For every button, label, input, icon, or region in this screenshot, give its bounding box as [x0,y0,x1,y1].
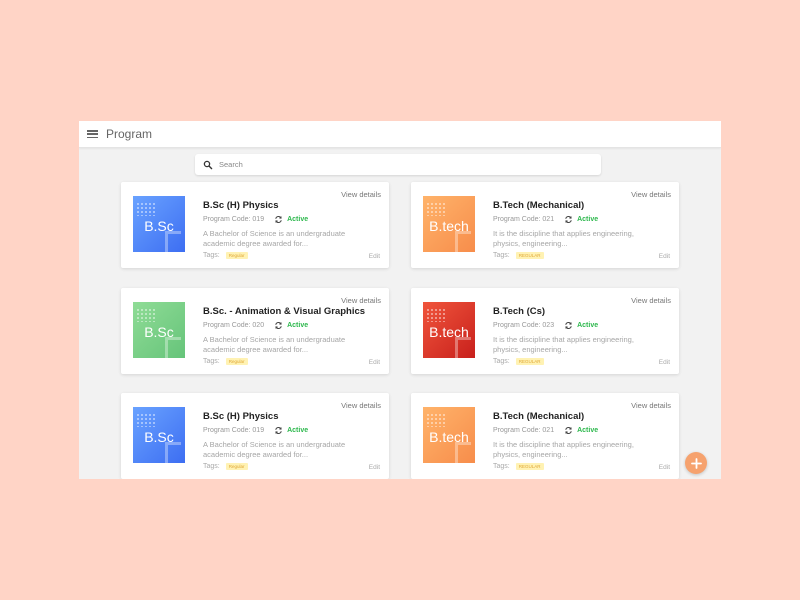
tags-label: Tags: [203,463,220,470]
program-description: It is the discipline that applies engine… [493,335,634,354]
program-card[interactable]: B.Sc B.Sc (H) Physics Program Code: 019 … [121,393,389,479]
plus-icon [690,457,702,469]
program-code: Program Code: 021 [493,216,555,223]
program-card[interactable]: B.tech B.Tech (Mechanical) Program Code:… [411,182,679,268]
program-card[interactable]: B.tech B.Tech (Cs) Program Code: 023 Act… [411,288,679,374]
status-badge: Active [577,216,599,223]
edit-link[interactable]: Edit [369,464,380,471]
tag-chip[interactable]: REGULAR [515,252,544,259]
tags-row: Tags: REGULAR [493,358,544,365]
hamburger-menu-icon[interactable] [87,130,98,138]
program-thumbnail: B.Sc [133,302,185,358]
tags-label: Tags: [203,252,220,259]
corner-decoration [165,231,181,252]
program-title: B.Sc (H) Physics [203,200,279,211]
corner-decoration [455,231,471,252]
tags-row: Tags: REGULAR [493,463,544,470]
tags-label: Tags: [493,463,510,470]
program-card[interactable]: B.tech B.Tech (Mechanical) Program Code:… [411,393,679,479]
tags-row: Tags: Regular [203,358,248,365]
edit-link[interactable]: Edit [659,359,670,366]
page-title: Program [106,127,153,141]
sync-icon [275,321,282,330]
program-description: It is the discipline that applies engine… [493,440,634,459]
view-details-link[interactable]: View details [341,190,381,199]
sync-icon [275,215,282,224]
program-title: B.Sc. - Animation & Visual Graphics [203,306,366,317]
program-description: A Bachelor of Science is an undergraduat… [203,229,346,248]
program-description: A Bachelor of Science is an undergraduat… [203,440,346,459]
program-card[interactable]: B.Sc B.Sc. - Animation & Visual Graphics… [121,288,389,374]
view-details-link[interactable]: View details [631,296,671,305]
program-meta: Program Code: 021 Active [493,215,598,224]
status-badge: Active [577,322,599,329]
tags-row: Tags: Regular [203,252,248,259]
sync-icon [565,215,572,224]
corner-decoration [455,337,471,358]
program-title: B.Sc (H) Physics [203,411,279,422]
corner-decoration [165,442,181,463]
tag-chip[interactable]: Regular [225,463,248,470]
search-icon [203,160,213,169]
program-code: Program Code: 023 [493,322,555,329]
program-thumbnail: B.Sc [133,196,185,252]
status-badge: Active [287,427,309,434]
program-code: Program Code: 019 [203,216,265,223]
corner-decoration [455,442,471,463]
add-program-button[interactable] [685,452,707,474]
status-badge: Active [287,216,309,223]
tag-chip[interactable]: Regular [225,358,248,365]
edit-link[interactable]: Edit [369,359,380,366]
edit-link[interactable]: Edit [659,464,670,471]
dot-pattern [136,202,156,216]
program-meta: Program Code: 023 Active [493,321,598,330]
sync-icon [565,321,572,330]
status-badge: Active [287,322,309,329]
tags-label: Tags: [493,252,510,259]
dot-pattern [426,308,446,322]
program-meta: Program Code: 019 Active [203,426,308,435]
program-title: B.Tech (Cs) [493,306,546,317]
program-code: Program Code: 020 [203,322,265,329]
program-description: It is the discipline that applies engine… [493,229,634,248]
tags-label: Tags: [203,358,220,365]
sync-icon [275,426,282,435]
edit-link[interactable]: Edit [369,253,380,260]
dot-pattern [136,413,156,427]
program-thumbnail: B.tech [423,302,475,358]
view-details-link[interactable]: View details [341,296,381,305]
tags-row: Tags: Regular [203,463,248,470]
top-app-bar: Program [79,121,721,148]
corner-decoration [165,337,181,358]
tag-chip[interactable]: REGULAR [515,358,544,365]
status-badge: Active [577,427,599,434]
program-thumbnail: B.tech [423,407,475,463]
program-thumbnail: B.Sc [133,407,185,463]
dot-pattern [426,202,446,216]
sync-icon [565,426,572,435]
program-meta: Program Code: 020 Active [203,321,308,330]
program-thumbnail: B.tech [423,196,475,252]
tag-chip[interactable]: Regular [225,252,248,259]
program-code: Program Code: 021 [493,427,555,434]
program-title: B.Tech (Mechanical) [493,411,585,422]
dot-pattern [136,308,156,322]
search-input[interactable] [219,160,579,169]
program-code: Program Code: 019 [203,427,265,434]
program-meta: Program Code: 021 Active [493,426,598,435]
view-details-link[interactable]: View details [631,190,671,199]
view-details-link[interactable]: View details [341,401,381,410]
program-title: B.Tech (Mechanical) [493,200,585,211]
dot-pattern [426,413,446,427]
tag-chip[interactable]: REGULAR [515,463,544,470]
app-window: Program B.Sc B.Sc (H) Physics Program Co… [79,121,721,479]
tags-row: Tags: REGULAR [493,252,544,259]
view-details-link[interactable]: View details [631,401,671,410]
program-card[interactable]: B.Sc B.Sc (H) Physics Program Code: 019 … [121,182,389,268]
tags-label: Tags: [493,358,510,365]
program-meta: Program Code: 019 Active [203,215,308,224]
edit-link[interactable]: Edit [659,253,670,260]
search-bar[interactable] [195,154,601,175]
program-description: A Bachelor of Science is an undergraduat… [203,335,346,354]
